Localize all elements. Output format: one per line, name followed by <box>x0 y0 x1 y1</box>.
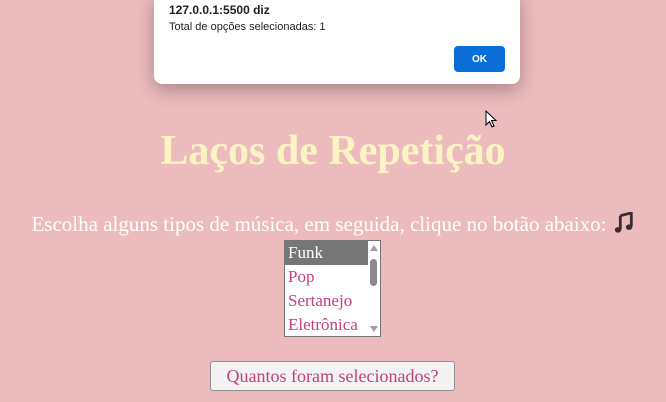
scroll-thumb[interactable] <box>370 259 377 286</box>
music-genre-select[interactable]: Funk Pop Sertanejo Eletrônica <box>284 240 381 337</box>
page: 127.0.0.1:5500 diz Total de opções selec… <box>0 0 666 402</box>
scroll-down-arrow-icon[interactable] <box>370 326 378 332</box>
option-eletronica[interactable]: Eletrônica <box>285 313 369 336</box>
alert-title: 127.0.0.1:5500 diz <box>169 3 270 17</box>
alert-message: Total de opções selecionadas: 1 <box>169 21 326 33</box>
scroll-up-arrow-icon[interactable] <box>370 245 378 251</box>
option-sertanejo[interactable]: Sertanejo <box>285 289 369 313</box>
alert-dialog: 127.0.0.1:5500 diz Total de opções selec… <box>154 0 520 84</box>
listbox-scrollbar[interactable] <box>368 241 380 336</box>
count-selected-button[interactable]: Quantos foram selecionados? <box>210 361 455 391</box>
ok-button[interactable]: OK <box>454 46 505 72</box>
option-pop[interactable]: Pop <box>285 265 369 289</box>
music-notes-icon <box>614 212 633 233</box>
page-title: Laços de Repetição <box>160 128 506 174</box>
instruction-text: Escolha alguns tipos de música, em segui… <box>0 212 666 237</box>
instruction-label: Escolha alguns tipos de música, em segui… <box>31 212 607 236</box>
option-funk[interactable]: Funk <box>285 241 369 265</box>
